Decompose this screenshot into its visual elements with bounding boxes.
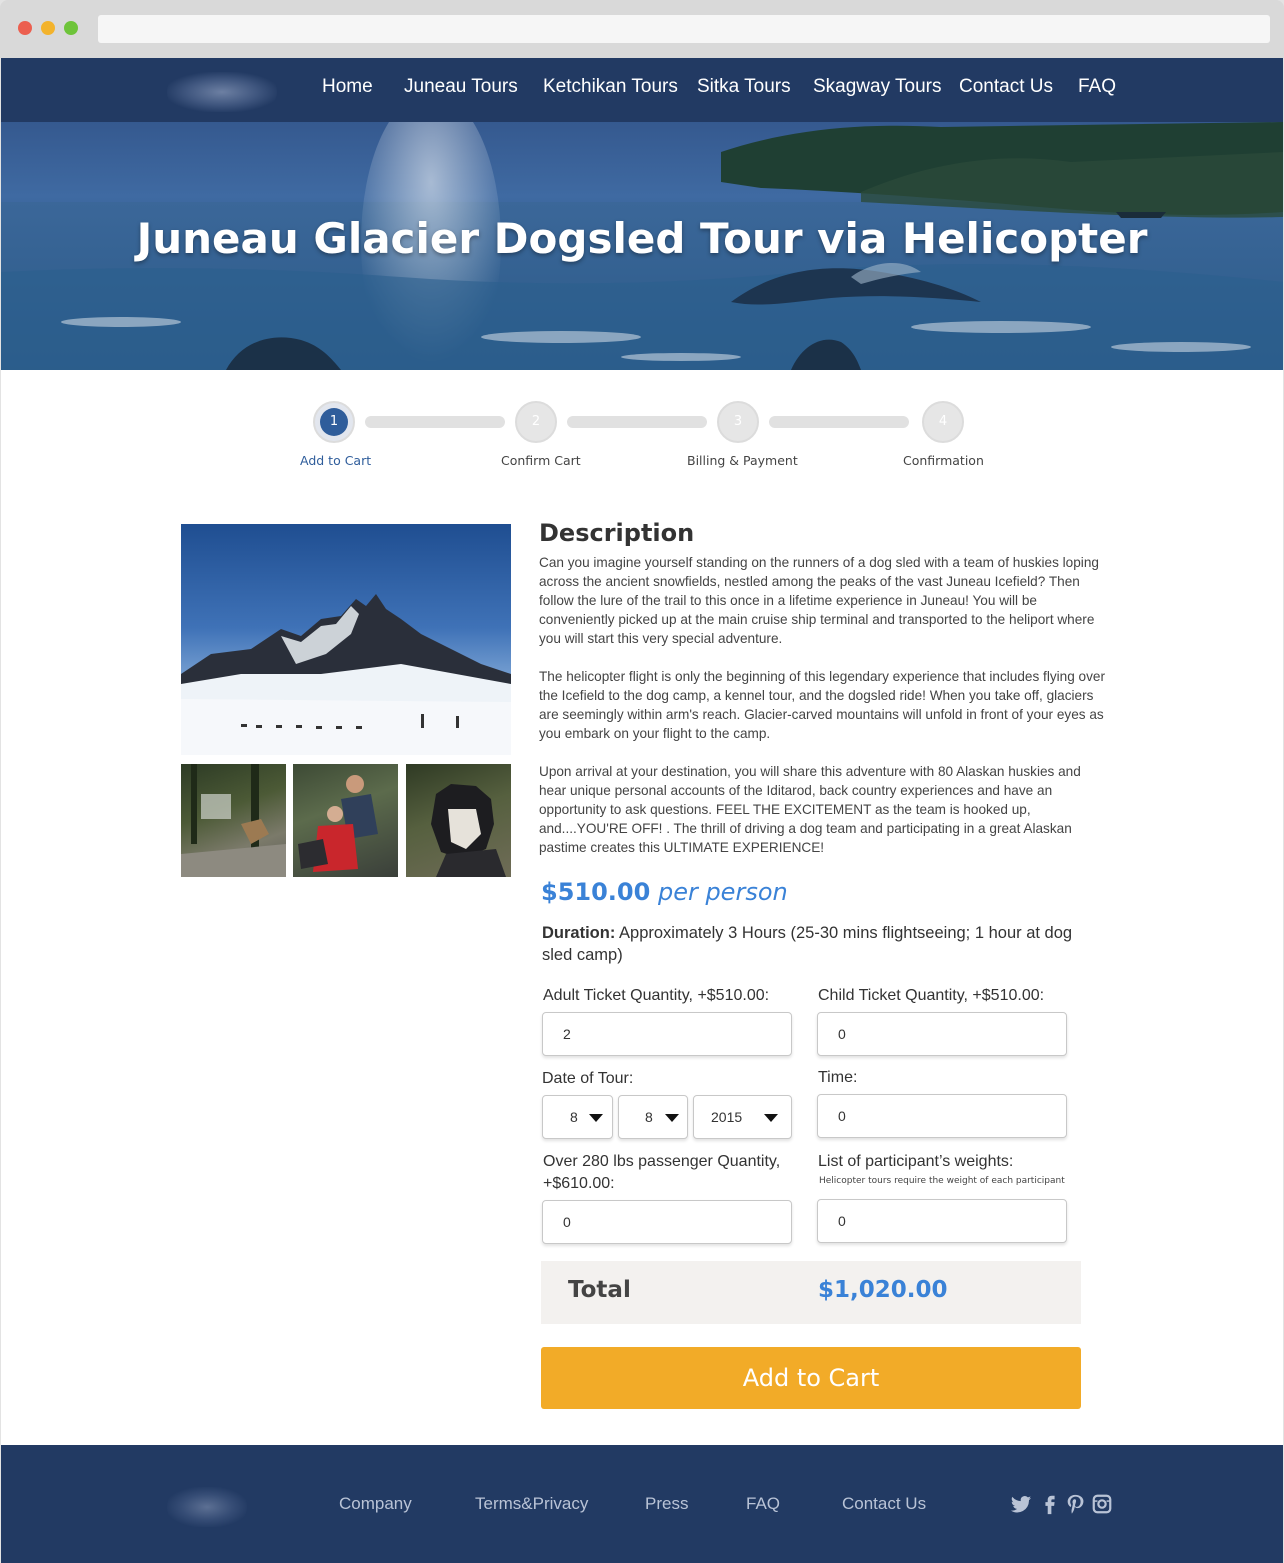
nav-sitka-tours[interactable]: Sitka Tours xyxy=(697,76,791,98)
minimize-window-icon[interactable] xyxy=(41,21,55,35)
duration-label: Duration: xyxy=(542,924,616,942)
nav-home[interactable]: Home xyxy=(322,76,373,98)
price-amount: $510.00 xyxy=(541,878,651,906)
address-bar[interactable] xyxy=(98,15,1270,43)
pinterest-icon[interactable] xyxy=(1064,1493,1086,1515)
time-label: Time: xyxy=(818,1069,858,1086)
time-input[interactable]: 0 xyxy=(817,1094,1067,1138)
footer-link-contact-us[interactable]: Contact Us xyxy=(842,1494,926,1514)
step-4-circle: 4 xyxy=(922,401,964,443)
step-connector xyxy=(567,416,707,428)
price-unit: per person xyxy=(657,878,788,906)
date-year-select[interactable]: 2015 xyxy=(693,1095,792,1139)
child-ticket-quantity-input[interactable]: 0 xyxy=(817,1012,1067,1056)
footer-link-faq[interactable]: FAQ xyxy=(746,1494,780,1514)
browser-chrome xyxy=(0,0,1284,58)
chevron-down-icon xyxy=(665,1114,679,1122)
top-nav: Home Juneau Tours Ketchikan Tours Sitka … xyxy=(1,58,1283,122)
total-label: Total xyxy=(568,1277,631,1303)
thumbnail-husky-puppy[interactable] xyxy=(406,764,511,877)
adult-ticket-quantity-input[interactable]: 2 xyxy=(542,1012,792,1056)
nav-faq[interactable]: FAQ xyxy=(1078,76,1116,98)
description-paragraph: The helicopter flight is only the beginn… xyxy=(539,669,1105,741)
chevron-down-icon xyxy=(764,1114,778,1122)
step-3-circle: 3 xyxy=(717,401,759,443)
page-title: Juneau Glacier Dogsled Tour via Helicopt… xyxy=(136,214,1148,263)
step-3-label: Billing & Payment xyxy=(687,453,798,468)
footer: Company Terms&Privacy Press FAQ Contact … xyxy=(1,1445,1283,1563)
chevron-down-icon xyxy=(589,1114,603,1122)
maximize-window-icon[interactable] xyxy=(64,21,78,35)
footer-link-press[interactable]: Press xyxy=(645,1494,688,1514)
instagram-icon[interactable] xyxy=(1091,1493,1113,1515)
nav-skagway-tours[interactable]: Skagway Tours xyxy=(813,76,942,98)
participant-weights-input[interactable]: 0 xyxy=(817,1199,1067,1243)
step-4-label: Confirmation xyxy=(903,453,984,468)
footer-logo[interactable] xyxy=(167,1487,247,1527)
facebook-icon[interactable] xyxy=(1039,1493,1061,1515)
description-heading: Description xyxy=(539,519,695,547)
duration-info: Duration: Approximately 3 Hours (25-30 m… xyxy=(542,922,1102,966)
footer-link-company[interactable]: Company xyxy=(339,1494,412,1514)
step-2-label: Confirm Cart xyxy=(501,453,581,468)
date-month-select[interactable]: 8 xyxy=(542,1095,613,1139)
child-ticket-label: Child Ticket Quantity, +$510.00: xyxy=(818,987,1045,1004)
nav-ketchikan-tours[interactable]: Ketchikan Tours xyxy=(543,76,678,98)
step-1-label: Add to Cart xyxy=(300,453,372,468)
total-value: $1,020.00 xyxy=(818,1277,948,1303)
step-1-circle: 1 xyxy=(313,401,355,443)
date-of-tour-label: Date of Tour: xyxy=(542,1070,634,1087)
step-2-circle: 2 xyxy=(515,401,557,443)
nav-contact-us[interactable]: Contact Us xyxy=(959,76,1053,98)
footer-link-terms-privacy[interactable]: Terms&Privacy xyxy=(475,1494,588,1514)
date-day-select[interactable]: 8 xyxy=(618,1095,688,1139)
duration-text: Approximately 3 Hours (25-30 mins flight… xyxy=(542,924,1073,964)
adult-ticket-label: Adult Ticket Quantity, +$510.00: xyxy=(543,987,770,1004)
nav-juneau-tours[interactable]: Juneau Tours xyxy=(404,76,518,98)
web-page: Home Juneau Tours Ketchikan Tours Sitka … xyxy=(1,58,1283,1563)
close-window-icon[interactable] xyxy=(18,21,32,35)
total-box: Total $1,020.00 xyxy=(541,1261,1081,1324)
description-paragraph: Upon arrival at your destination, you wi… xyxy=(539,764,1081,855)
twitter-icon[interactable] xyxy=(1010,1493,1032,1515)
thumbnail-guests-huskies[interactable] xyxy=(293,764,398,877)
main-tour-photo[interactable] xyxy=(181,524,511,755)
step-connector xyxy=(769,416,909,428)
over-280-lbs-quantity-input[interactable]: 0 xyxy=(542,1200,792,1244)
hero-banner: Juneau Glacier Dogsled Tour via Helicopt… xyxy=(1,122,1283,370)
step-connector xyxy=(365,416,505,428)
add-to-cart-button[interactable]: Add to Cart xyxy=(541,1347,1081,1409)
site-logo[interactable] xyxy=(167,72,277,112)
thumbnail-sled-trail[interactable] xyxy=(181,764,286,877)
participant-weights-note: Helicopter tours require the weight of e… xyxy=(819,1176,1065,1186)
price-per-person: $510.00 per person xyxy=(541,878,788,906)
over-280-lbs-label: Over 280 lbs passenger Quantity, +$610.0… xyxy=(543,1153,781,1192)
participant-weights-label: List of participant’s weights: xyxy=(818,1153,1014,1170)
description-paragraph: Can you imagine yourself standing on the… xyxy=(539,555,1099,646)
